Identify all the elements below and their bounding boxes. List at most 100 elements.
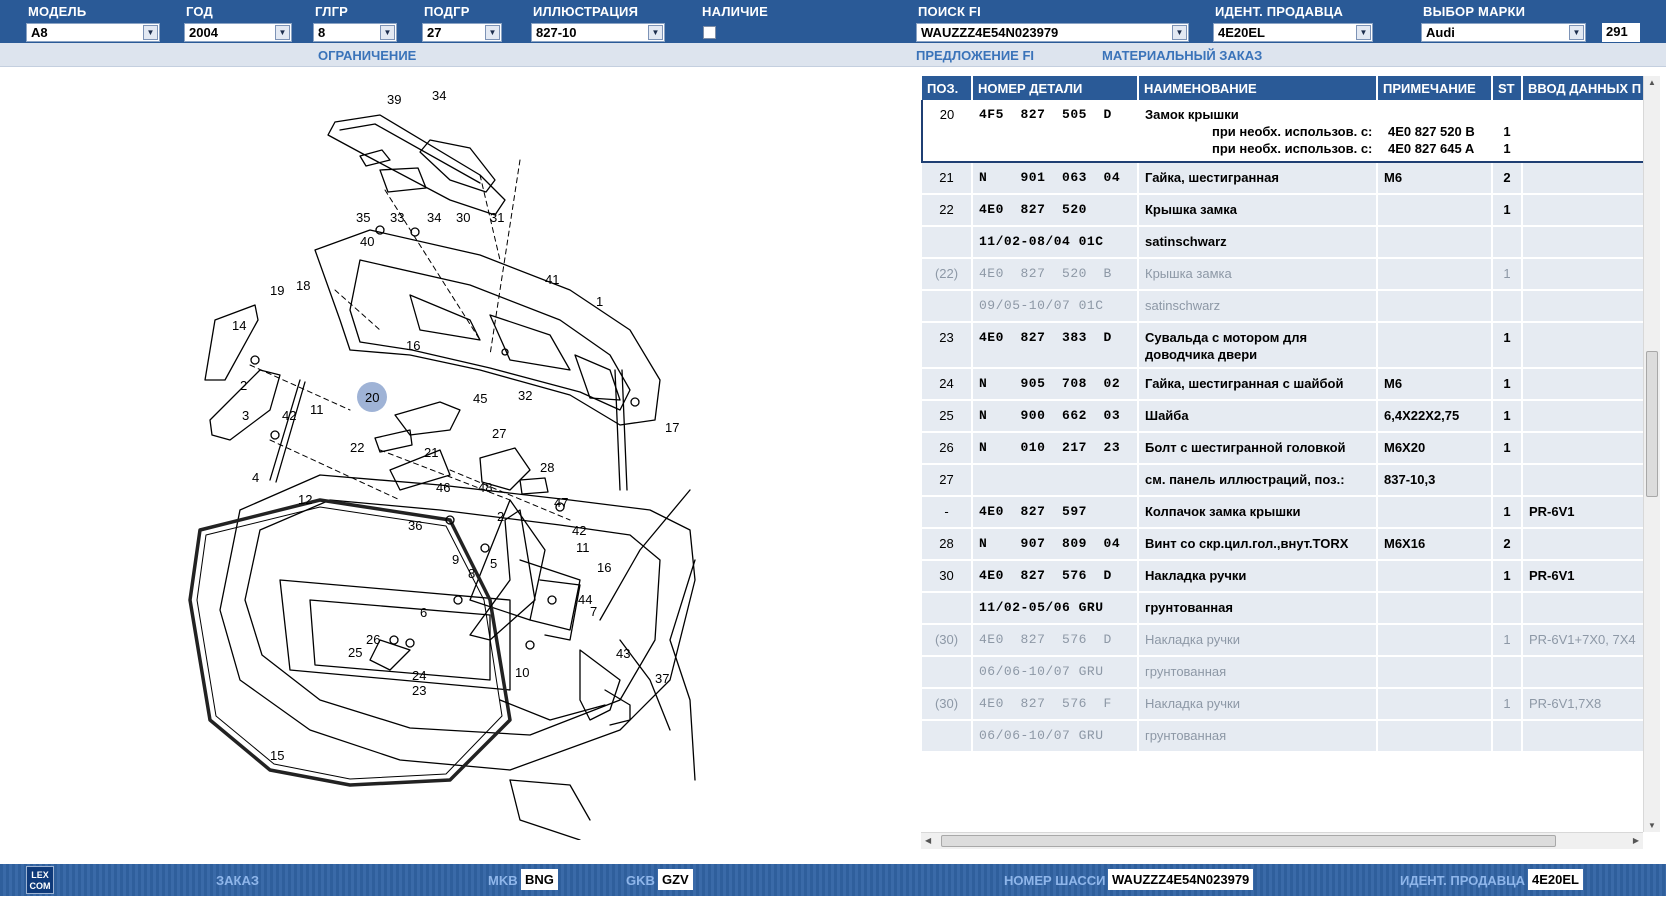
availability-checkbox[interactable] xyxy=(703,26,716,39)
table-row[interactable]: 25 N 900 662 03 Шайба 6,4X22X2,75 1 xyxy=(922,400,1643,433)
callout-label[interactable]: 24 xyxy=(412,668,426,683)
vertical-scrollbar[interactable]: ▲ ▼ xyxy=(1643,76,1660,832)
callout-label[interactable]: 2 xyxy=(497,509,504,524)
chevron-down-icon[interactable]: ▼ xyxy=(1356,25,1371,40)
callout-label[interactable]: 33 xyxy=(390,210,404,225)
chevron-down-icon[interactable]: ▼ xyxy=(648,25,663,40)
filter-illustration-select[interactable]: 827-10 ▼ xyxy=(531,23,665,42)
scroll-up-icon[interactable]: ▲ xyxy=(1648,78,1656,87)
table-row[interactable]: (30) 4E0 827 576 D Накладка ручки 1 PR-6V1+7… xyxy=(922,624,1643,657)
callout-label[interactable]: 45 xyxy=(473,391,487,406)
table-row[interactable]: 28 N 907 809 04 Винт со скр.цил.гол.,внут.… xyxy=(922,528,1643,561)
callout-label[interactable]: 7 xyxy=(590,604,597,619)
callout-label[interactable]: 17 xyxy=(665,420,679,435)
callout-label[interactable]: 40 xyxy=(360,234,374,249)
callout-label[interactable]: 46 xyxy=(436,480,450,495)
material-order-link[interactable]: МАТЕРИАЛЬНЫЙ ЗАКАЗ xyxy=(1102,48,1262,63)
callout-label[interactable]: 36 xyxy=(408,518,422,533)
table-row[interactable]: 09/05-10/07 01C satinschwarz xyxy=(922,290,1643,323)
col-pos[interactable]: ПОЗ. xyxy=(922,76,973,100)
callout-label[interactable]: 30 xyxy=(456,210,470,225)
filter-subgroup-select[interactable]: 27 ▼ xyxy=(422,23,502,42)
callout-label[interactable]: 41 xyxy=(545,272,559,287)
chevron-down-icon[interactable]: ▼ xyxy=(1569,25,1584,40)
restriction-link[interactable]: ОГРАНИЧЕНИЕ xyxy=(318,48,416,63)
callout-label[interactable]: 22 xyxy=(350,440,364,455)
callout-label[interactable]: 28 xyxy=(540,460,554,475)
callout-label[interactable]: 47 xyxy=(554,495,568,510)
vertical-scroll-thumb[interactable] xyxy=(1646,351,1658,497)
col-note[interactable]: ПРИМЕЧАНИЕ xyxy=(1377,76,1493,100)
callout-label[interactable]: 4 xyxy=(252,470,259,485)
callout-label[interactable]: 25 xyxy=(348,645,362,660)
dealer-id-select[interactable]: 4E20EL ▼ xyxy=(1213,23,1373,42)
callout-label[interactable]: 3 xyxy=(242,408,249,423)
callout-label[interactable]: 27 xyxy=(492,426,506,441)
table-row[interactable]: -4E0 827 597 Колпачок замка крышки 1 PR-6V1 xyxy=(922,496,1643,529)
table-row[interactable]: (30) 4E0 827 576 F Накладка ручки 1 PR-6V1,7… xyxy=(922,688,1643,721)
horizontal-scroll-thumb[interactable] xyxy=(941,835,1556,847)
table-row[interactable]: 06/06-10/07 GRU грунтованная xyxy=(922,720,1643,753)
col-st[interactable]: ST xyxy=(1492,76,1523,100)
table-row[interactable]: 11/02-08/04 01C satinschwarz xyxy=(922,226,1643,259)
callout-label[interactable]: 12 xyxy=(298,492,312,507)
scroll-left-icon[interactable]: ◀ xyxy=(925,836,931,845)
callout-label[interactable]: 26 xyxy=(366,632,380,647)
callout-label[interactable]: 2 xyxy=(240,378,247,393)
table-row[interactable]: 24 N 905 708 02 Гайка, шестигранная с шайб… xyxy=(922,368,1643,401)
chevron-down-icon[interactable]: ▼ xyxy=(485,25,500,40)
filter-main-group-select[interactable]: 8 ▼ xyxy=(313,23,397,42)
callout-label[interactable]: 1 xyxy=(596,294,603,309)
callout-label[interactable]: 5 xyxy=(490,556,497,571)
callout-label[interactable]: 19 xyxy=(270,283,284,298)
callout-label[interactable]: 16 xyxy=(597,560,611,575)
scroll-down-icon[interactable]: ▼ xyxy=(1648,821,1656,830)
parts-diagram[interactable]: 39 34 3 5 33 34 30 31 40 41 19 18 1 16 14… xyxy=(150,80,770,840)
callout-label[interactable]: 39 xyxy=(387,92,401,107)
table-row[interactable]: 30 4E0 827 576 D Накладка ручки 1 PR-6V1 xyxy=(922,560,1643,593)
callout-label[interactable]: 18 xyxy=(296,278,310,293)
col-data-entry[interactable]: ВВОД ДАННЫХ П xyxy=(1522,76,1643,100)
filter-model-select[interactable]: A8 ▼ xyxy=(26,23,160,42)
callout-label[interactable]: 42 xyxy=(572,523,586,538)
chevron-down-icon[interactable]: ▼ xyxy=(275,25,290,40)
table-row[interactable]: 11/02-05/06 GRU грунтованная xyxy=(922,592,1643,625)
table-row[interactable]: 21 N 901 063 04 Гайка, шестигранная M6 2 xyxy=(922,162,1643,195)
col-name[interactable]: НАИМЕНОВАНИЕ xyxy=(1138,76,1378,100)
callout-label[interactable]: 9 xyxy=(452,552,459,567)
horizontal-scrollbar[interactable]: ◀ ▶ xyxy=(921,832,1643,849)
callout-label[interactable]: 42 xyxy=(282,408,296,423)
chevron-down-icon[interactable]: ▼ xyxy=(380,25,395,40)
table-row[interactable]: 22 4E0 827 520 Крышка замка 1 xyxy=(922,194,1643,227)
fi-search-input[interactable]: WAUZZZ4E54N023979 ▼ xyxy=(916,23,1189,42)
callout-label[interactable]: 10 xyxy=(515,665,529,680)
callout-label[interactable]: 34 xyxy=(427,210,441,225)
callout-label[interactable]: 20 xyxy=(365,390,379,405)
brand-select[interactable]: Audi ▼ xyxy=(1421,23,1586,42)
callout-label[interactable]: 11 xyxy=(310,402,324,417)
table-row[interactable]: 06/06-10/07 GRU грунтованная xyxy=(922,656,1643,689)
callout-label[interactable]: 43 xyxy=(616,646,630,661)
callout-label[interactable]: 31 xyxy=(490,210,504,225)
col-part-number[interactable]: НОМЕР ДЕТАЛИ xyxy=(972,76,1139,100)
table-row[interactable]: (22) 4E0 827 520 B Крышка замка 1 xyxy=(922,258,1643,291)
callout-label[interactable]: 48 xyxy=(478,480,492,495)
callout-label[interactable]: 14 xyxy=(232,318,246,333)
table-row[interactable]: 26 N 010 217 23 Болт с шестигранной головк… xyxy=(922,432,1643,465)
callout-label[interactable]: 32 xyxy=(518,388,532,403)
chevron-down-icon[interactable]: ▼ xyxy=(1172,25,1187,40)
scroll-right-icon[interactable]: ▶ xyxy=(1633,836,1639,845)
callout-label[interactable]: 34 xyxy=(432,88,446,103)
fi-offer-link[interactable]: ПРЕДЛОЖЕНИЕ FI xyxy=(916,48,1034,63)
table-row[interactable]: 27 см. панель иллюстраций, поз.: 837-10,3 xyxy=(922,464,1643,497)
filter-year-select[interactable]: 2004 ▼ xyxy=(184,23,292,42)
chevron-down-icon[interactable]: ▼ xyxy=(143,25,158,40)
order-link[interactable]: ЗАКАЗ xyxy=(216,873,259,888)
callout-label[interactable]: 37 xyxy=(655,671,669,686)
callout-label[interactable]: 23 xyxy=(412,683,426,698)
table-row[interactable]: 23 4E0 827 383 D Сувальда с мотором для до… xyxy=(922,322,1643,369)
callout-label[interactable]: 11 xyxy=(576,540,590,555)
table-row[interactable]: 20 4F5 827 505 D Замок крышки при необх.… xyxy=(921,100,1643,163)
callout-label[interactable]: 16 xyxy=(406,338,420,353)
callout-label[interactable]: 6 xyxy=(420,605,427,620)
